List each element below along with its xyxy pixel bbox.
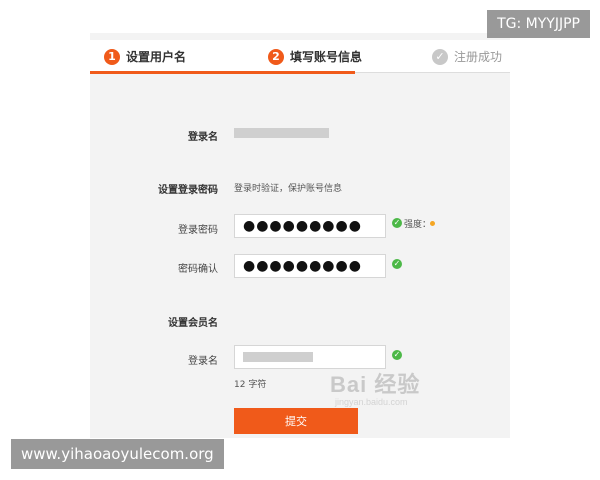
site-watermark: www.yihaoaoyulecom.org xyxy=(11,439,224,469)
check-icon: ✓ xyxy=(432,48,448,65)
steps-header: 1 设置用户名 2 填写账号信息 ✓ 注册成功 xyxy=(90,40,510,72)
step-2-number: 2 xyxy=(268,48,284,65)
member-name-value xyxy=(243,352,313,362)
set-password-hint: 登录时验证，保护账号信息 xyxy=(234,184,343,194)
member-ok-icon: ✓ xyxy=(392,350,402,360)
password-input[interactable]: ●●●●●●●●● xyxy=(234,214,386,238)
password-label: 登录密码 xyxy=(178,225,218,236)
submit-button[interactable]: 提交 xyxy=(234,408,358,434)
strength-label: 强度： xyxy=(404,220,432,230)
member-section-heading: 设置会员名 xyxy=(168,318,218,329)
step-1: 1 设置用户名 xyxy=(104,48,186,65)
step-progress-bar xyxy=(90,71,355,74)
login-name-label: 登录名 xyxy=(188,132,218,143)
step-2-label: 填写账号信息 xyxy=(290,50,363,64)
login-name-value xyxy=(234,128,329,138)
baidu-watermark: Bai 经验 xyxy=(330,372,421,397)
tg-watermark: TG: MYYJJPP xyxy=(487,10,590,38)
confirm-password-input[interactable]: ●●●●●●●●● xyxy=(234,254,386,278)
member-name-label: 登录名 xyxy=(188,356,218,367)
step-2: 2 填写账号信息 xyxy=(268,48,362,65)
char-count: 12 字符 xyxy=(234,380,267,390)
baidu-watermark-url: jingyan.baidu.com xyxy=(335,397,408,407)
confirm-ok-icon: ✓ xyxy=(392,259,402,269)
set-password-heading: 设置登录密码 xyxy=(158,185,218,196)
member-name-input[interactable] xyxy=(234,345,386,369)
step-1-label: 设置用户名 xyxy=(126,50,187,64)
step-3: ✓ 注册成功 xyxy=(432,48,502,65)
strength-indicator-icon xyxy=(430,221,435,226)
password-ok-icon: ✓ xyxy=(392,218,402,228)
step-divider xyxy=(355,72,510,73)
confirm-password-label: 密码确认 xyxy=(178,264,218,275)
step-3-label: 注册成功 xyxy=(454,50,503,64)
step-1-number: 1 xyxy=(104,48,120,65)
